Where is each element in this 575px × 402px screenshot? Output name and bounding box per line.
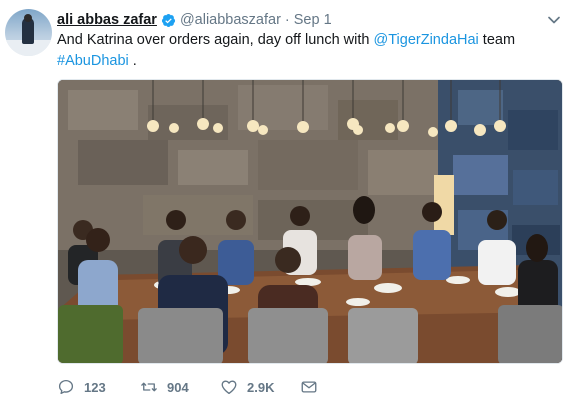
like-count: 2.9K	[247, 379, 275, 395]
mention-link[interactable]: @TigerZindaHai	[374, 32, 479, 48]
author-name[interactable]: ali abbas zafar	[57, 12, 157, 28]
like-button[interactable]: 2.9K	[220, 378, 300, 396]
tweet-text-end: .	[128, 53, 137, 69]
tweet-photo[interactable]	[57, 79, 563, 364]
avatar-head	[24, 14, 32, 22]
photo-scene	[58, 80, 562, 363]
tweet-text-part2: team	[478, 32, 516, 48]
hashtag-link[interactable]: #AbuDhabi	[57, 53, 129, 69]
author-handle[interactable]: @aliabbaszafar	[180, 12, 281, 28]
retweet-icon	[141, 382, 157, 392]
separator-dot: ·	[284, 12, 290, 28]
tweet-text-part1: And Katrina over orders again, day off l…	[57, 32, 374, 48]
direct-message-button[interactable]	[300, 378, 318, 396]
tweet-date[interactable]: Sep 1	[294, 12, 332, 28]
tweet-text: And Katrina over orders again, day off l…	[57, 30, 562, 72]
chevron-down-icon[interactable]	[546, 12, 562, 28]
tweet-header: ali abbas zafar @aliabbaszafar · Sep 1	[57, 10, 332, 30]
retweet-count: 904	[167, 379, 189, 395]
reply-count: 123	[84, 379, 106, 395]
retweet-button[interactable]: 904	[140, 378, 220, 396]
tweet-card[interactable]: ali abbas zafar @aliabbaszafar · Sep 1 A…	[0, 0, 575, 402]
reply-icon	[58, 379, 74, 395]
avatar[interactable]	[5, 9, 52, 56]
verified-badge-icon	[161, 13, 175, 27]
reply-button[interactable]: 123	[57, 378, 140, 396]
tweet-actions: 123 904 2.9K	[57, 376, 318, 398]
direct-message-icon	[301, 381, 317, 393]
heart-icon	[221, 380, 237, 395]
